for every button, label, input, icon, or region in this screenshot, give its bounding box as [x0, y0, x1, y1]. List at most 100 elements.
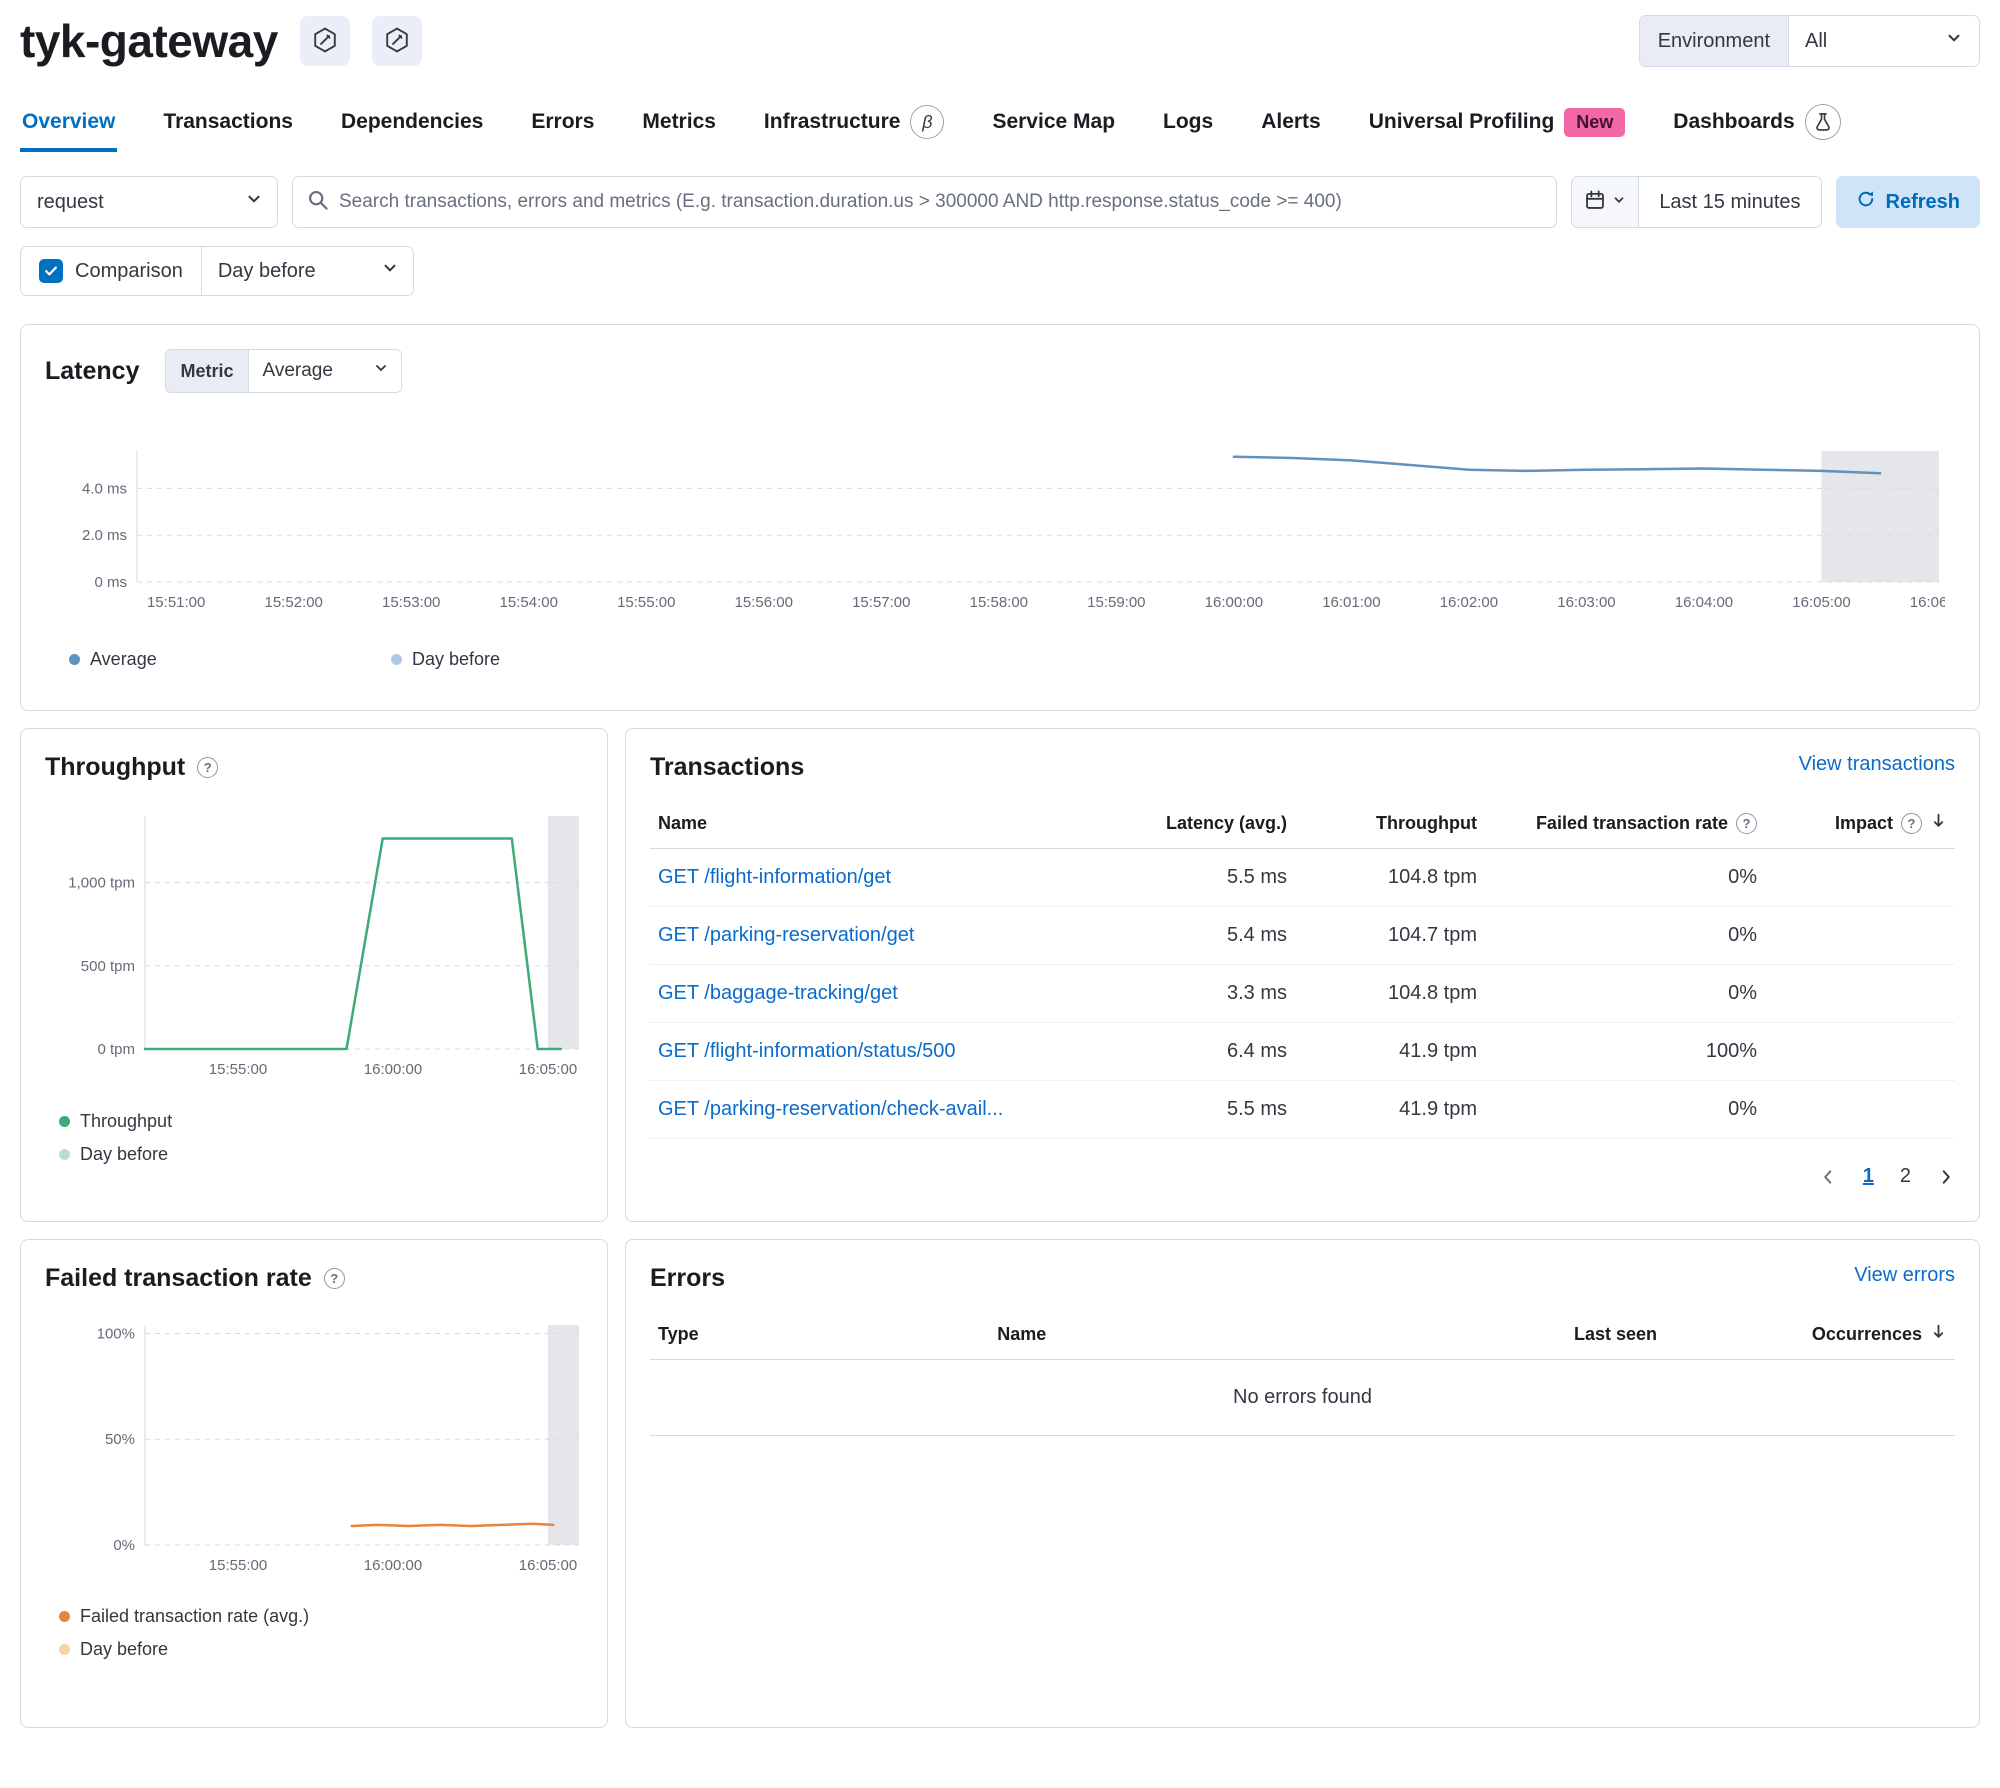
legend-item-day-before: Day before — [59, 1144, 583, 1165]
failure-rate-cell: 0% — [1485, 1080, 1765, 1139]
environment-select[interactable]: All — [1789, 16, 1979, 66]
pagination-page-1[interactable]: 1 — [1863, 1165, 1874, 1188]
chevron-down-icon — [373, 360, 389, 382]
comparison-checkbox-label[interactable]: Comparison — [21, 247, 201, 295]
throughput-panel: Throughput ? 0 tpm 500 tpm 1,000 tpm 15:55:… — [20, 728, 608, 1222]
throughput-cell: 104.8 tpm — [1295, 964, 1485, 1023]
tab-label: Errors — [531, 110, 595, 133]
table-row: GET /flight-information/get 5.5 ms 104.8… — [650, 848, 1955, 907]
calendar-icon — [1584, 189, 1606, 216]
help-icon[interactable]: ? — [1736, 812, 1757, 834]
view-errors-link[interactable]: View errors — [1854, 1264, 1955, 1287]
no-errors-message: No errors found — [650, 1359, 1955, 1436]
comparison-period-value: Day before — [217, 259, 316, 282]
legend-dot — [59, 1149, 70, 1160]
svg-text:4.0 ms: 4.0 ms — [82, 480, 127, 497]
throughput-cell: 104.7 tpm — [1295, 906, 1485, 965]
transaction-link[interactable]: GET /parking-reservation/get — [658, 924, 914, 946]
refresh-icon — [1856, 189, 1876, 215]
table-row: GET /baggage-tracking/get 3.3 ms 104.8 t… — [650, 964, 1955, 1023]
chevron-down-icon — [1612, 193, 1626, 212]
view-transactions-link[interactable]: View transactions — [1799, 753, 1955, 776]
column-header-impact[interactable]: Impact ? — [1765, 798, 1955, 849]
tab-overview[interactable]: Overview — [20, 100, 118, 152]
throughput-chart[interactable]: 0 tpm 500 tpm 1,000 tpm 15:55:00 16:00:00 16:… — [45, 808, 583, 1091]
tab-logs[interactable]: Logs — [1161, 100, 1215, 152]
tab-infrastructure[interactable]: Infrastructure β — [762, 95, 947, 157]
impact-cell — [1765, 1022, 1955, 1081]
environment-label: Environment — [1639, 16, 1789, 66]
transaction-link[interactable]: GET /flight-information/status/500 — [658, 1040, 956, 1062]
pagination-next-icon[interactable] — [1937, 1168, 1955, 1186]
tab-metrics[interactable]: Metrics — [640, 100, 718, 152]
pagination-page-2[interactable]: 2 — [1900, 1165, 1911, 1188]
tab-label: Service Map — [992, 110, 1116, 133]
impact-cell — [1765, 906, 1955, 965]
time-range-button[interactable]: Last 15 minutes — [1639, 177, 1821, 227]
query-field-value: request — [37, 190, 104, 213]
transaction-link[interactable]: GET /parking-reservation/check-avail... — [658, 1098, 1003, 1120]
svg-text:0 tpm: 0 tpm — [97, 1041, 135, 1058]
svg-text:16:00:00: 16:00:00 — [364, 1557, 422, 1574]
time-range-value: Last 15 minutes — [1659, 190, 1801, 213]
environment-filter: Environment All — [1638, 15, 1980, 67]
tab-transactions[interactable]: Transactions — [161, 100, 295, 152]
transactions-panel: Transactions View transactions Name Late… — [625, 728, 1980, 1222]
svg-text:1,000 tpm: 1,000 tpm — [68, 875, 135, 892]
latency-panel-title: Latency — [45, 356, 140, 385]
comparison-label: Comparison — [75, 259, 183, 282]
service-hexagon-button-1[interactable] — [299, 16, 350, 66]
legend-label: Throughput — [80, 1111, 173, 1131]
comparison-period-select[interactable]: Day before — [200, 247, 413, 295]
help-icon[interactable]: ? — [323, 1268, 345, 1289]
legend-dot — [59, 1644, 70, 1655]
legend-item-day-before: Day before — [59, 1639, 583, 1660]
latency-chart[interactable]: 0 ms 2.0 ms 4.0 ms 15:51:00 15:52:00 15:53:00… — [45, 445, 1968, 625]
table-row: GET /parking-reservation/check-avail... … — [650, 1080, 1955, 1139]
tab-dashboards[interactable]: Dashboards — [1671, 94, 1842, 158]
query-field-select[interactable]: request — [20, 176, 278, 228]
tab-label: Overview — [22, 110, 116, 133]
help-icon[interactable]: ? — [197, 757, 219, 778]
legend-label: Day before — [412, 649, 501, 669]
legend-label: Day before — [80, 1144, 169, 1164]
impact-cell — [1765, 964, 1955, 1023]
tab-universal-profiling[interactable]: Universal Profiling New — [1367, 98, 1628, 155]
column-header-last-seen: Last seen — [1365, 1309, 1665, 1360]
transaction-link[interactable]: GET /baggage-tracking/get — [658, 982, 898, 1004]
comparison-checkbox[interactable] — [39, 259, 63, 283]
help-icon[interactable]: ? — [1901, 812, 1922, 834]
new-badge: New — [1564, 107, 1626, 137]
svg-text:0%: 0% — [113, 1537, 135, 1554]
refresh-button[interactable]: Refresh — [1835, 176, 1980, 228]
svg-text:50%: 50% — [105, 1431, 135, 1448]
column-header-latency: Latency (avg.) — [1105, 798, 1295, 849]
svg-text:15:55:00: 15:55:00 — [209, 1557, 267, 1574]
latency-cell: 5.5 ms — [1105, 848, 1295, 907]
pagination-prev-icon[interactable] — [1819, 1168, 1837, 1186]
transaction-link[interactable]: GET /flight-information/get — [658, 866, 891, 888]
column-header-occurrences[interactable]: Occurrences — [1665, 1309, 1955, 1360]
latency-metric-select[interactable]: Average — [248, 350, 401, 392]
service-hexagon-button-2[interactable] — [371, 16, 422, 66]
failed-rate-chart[interactable]: 0% 50% 100% 15:55:00 16:00:00 16:05:00 — [45, 1319, 583, 1586]
tab-dependencies[interactable]: Dependencies — [339, 100, 485, 152]
transactions-panel-title: Transactions — [650, 753, 805, 781]
tab-errors[interactable]: Errors — [529, 100, 596, 152]
legend-dot — [391, 654, 402, 665]
svg-text:15:55:00: 15:55:00 — [209, 1061, 267, 1078]
search-input-container — [292, 176, 1558, 228]
chevron-down-icon — [245, 190, 263, 214]
column-header-name: Name — [989, 1309, 1365, 1360]
failed-rate-panel-title: Failed transaction rate — [45, 1264, 312, 1292]
latency-legend: Average Day before — [69, 649, 1955, 670]
errors-panel: Errors View errors Type Name Last seen O… — [625, 1239, 1980, 1728]
latency-cell: 5.5 ms — [1105, 1080, 1295, 1139]
refresh-label: Refresh — [1885, 190, 1960, 213]
svg-text:2.0 ms: 2.0 ms — [82, 527, 127, 544]
search-input[interactable] — [339, 191, 1543, 213]
comparison-control: Comparison Day before — [20, 246, 414, 296]
quick-select-button[interactable] — [1572, 177, 1640, 227]
tab-service-map[interactable]: Service Map — [990, 100, 1117, 152]
tab-alerts[interactable]: Alerts — [1259, 100, 1323, 152]
